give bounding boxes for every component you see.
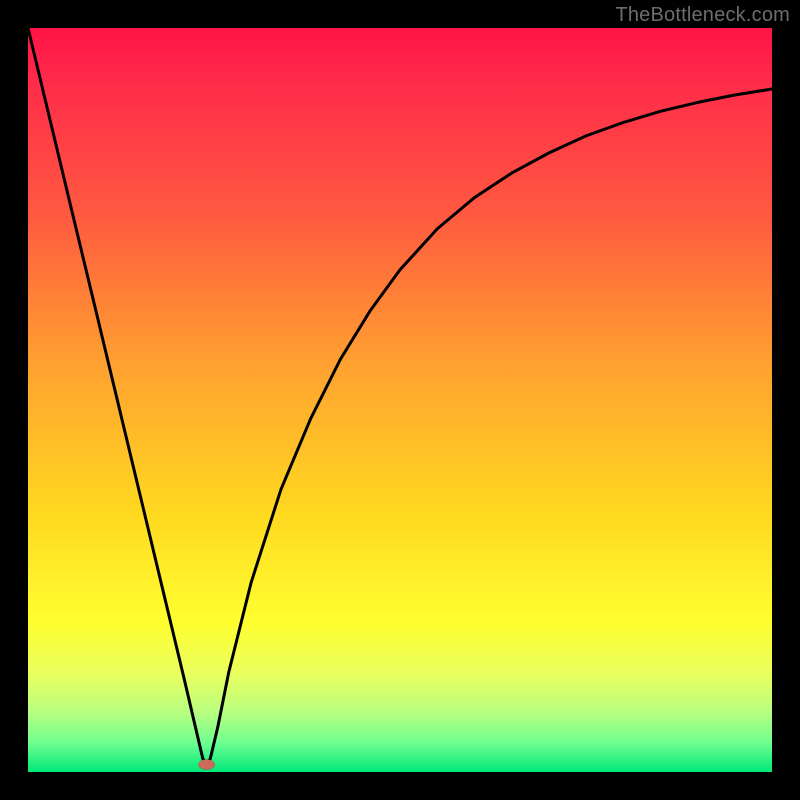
- curve-line: [28, 28, 772, 765]
- chart-frame: TheBottleneck.com: [0, 0, 800, 800]
- plot-area: [28, 28, 772, 772]
- watermark-text: TheBottleneck.com: [615, 4, 790, 27]
- plot-svg: [28, 28, 772, 772]
- min-marker: [198, 759, 214, 769]
